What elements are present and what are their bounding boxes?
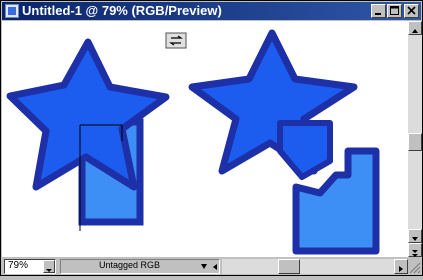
zoom-dropdown-button[interactable] (43, 260, 55, 273)
profile-field[interactable]: Untagged RGB (60, 259, 220, 274)
artwork (6, 29, 380, 255)
resize-grip-icon[interactable] (408, 261, 421, 274)
right-fragment (277, 120, 333, 180)
document-icon (5, 4, 19, 18)
horizontal-scroll-thumb[interactable] (278, 259, 300, 274)
page-down-button[interactable] (408, 243, 422, 257)
close-button[interactable] (404, 4, 419, 18)
vertical-scrollbar[interactable] (408, 21, 422, 257)
vertical-scroll-thumb[interactable] (408, 133, 422, 151)
maximize-icon (390, 6, 399, 15)
minimize-button[interactable] (371, 4, 386, 18)
arrow-right-icon (399, 266, 403, 272)
zoom-field[interactable]: 79% (4, 259, 56, 274)
chevron-down-icon (46, 269, 52, 272)
scroll-right-button[interactable] (394, 259, 408, 274)
arrow-up-icon (412, 29, 418, 33)
zoom-value: 79% (8, 260, 29, 271)
minimize-icon (375, 13, 381, 15)
scroll-left-icon (213, 264, 217, 270)
scroll-down-button[interactable] (408, 229, 422, 243)
profile-arrow-icon (201, 264, 207, 269)
maximize-button[interactable] (387, 4, 402, 18)
color-profile-label: Untagged RGB (99, 260, 161, 270)
horizontal-scrollbar[interactable] (222, 259, 408, 274)
close-icon (407, 6, 416, 15)
document-canvas[interactable] (2, 21, 408, 257)
window-title: Untitled-1 @ 79% (RGB/Preview) (22, 3, 222, 18)
document-window: Untitled-1 @ 79% (RGB/Preview) 79% Untag… (0, 0, 423, 276)
scroll-up-button[interactable] (408, 21, 422, 35)
title-bar[interactable]: Untitled-1 @ 79% (RGB/Preview) (2, 2, 421, 20)
preview-toggle-icon[interactable] (165, 32, 187, 49)
status-bar: 79% Untagged RGB (2, 258, 421, 275)
